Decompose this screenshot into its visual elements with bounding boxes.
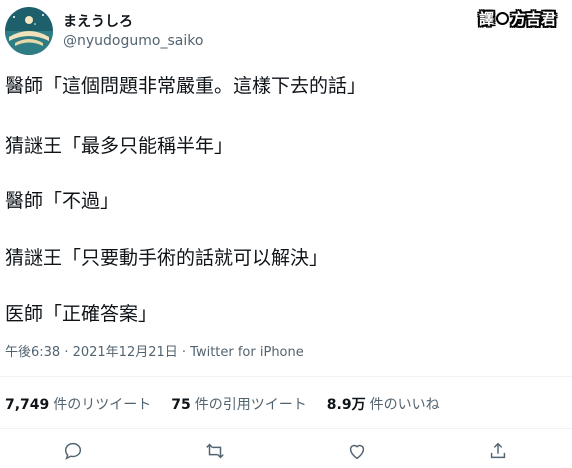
tweet-stats: 7,749 件のリツイート 75 件の引用ツイート 8.9万 件のいいね [5,394,460,414]
share-icon [490,442,506,459]
divider [0,428,572,429]
like-count: 8.9万 [326,397,366,413]
tweet-text-line: 醫師「不過」 [5,190,120,212]
reply-button[interactable] [60,438,86,464]
tweet: まえうしろ @nyudogumo_saiko 譯 方吉君 醫師「這個問題非常嚴重… [0,0,572,468]
retweet-count: 7,749 [5,397,50,413]
avatar[interactable] [5,7,53,55]
divider [0,376,572,377]
retweet-stat[interactable]: 7,749 件のリツイート [5,394,151,414]
tweet-text-line: 醫師「這個問題非常嚴重。這樣下去的話」 [5,75,367,97]
user-handle[interactable]: @nyudogumo_saiko [63,33,203,49]
quote-count: 75 [171,397,191,413]
quote-stat[interactable]: 75 件の引用ツイート [171,394,306,414]
action-bar [0,438,572,466]
translator-prefix: 譯 [479,9,495,28]
reply-icon [64,442,82,460]
display-name[interactable]: まえうしろ [63,11,133,31]
tweet-text-line: 猜謎王「最多只能稱半年」 [5,135,234,157]
translator-name: 方吉君 [511,9,557,28]
retweet-label: 件のリツイート [53,397,152,413]
avatar-image [5,7,53,55]
like-label: 件のいいね [369,397,440,413]
like-button[interactable] [344,438,370,464]
retweet-button[interactable] [202,438,228,464]
tweet-timestamp[interactable]: 午後6:38 · 2021年12月21日 · Twitter for iPhon… [5,341,304,360]
like-icon [349,444,365,460]
separator-dot-icon [496,11,510,25]
tweet-text-line: 医師「正確答案」 [5,303,158,325]
translator-badge: 譯 方吉君 [479,8,556,28]
like-stat[interactable]: 8.9万 件のいいね [327,394,440,414]
quote-label: 件の引用ツイート [194,397,307,413]
retweet-icon [206,443,224,459]
share-button[interactable] [485,438,511,464]
tweet-text-line: 猜謎王「只要動手術的話就可以解決」 [5,247,329,269]
